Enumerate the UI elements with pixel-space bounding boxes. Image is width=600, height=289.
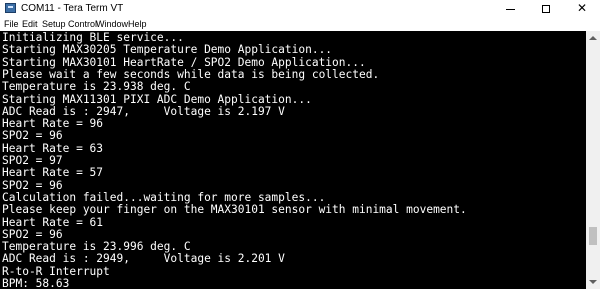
terminal-line: SPO2 = 97: [2, 154, 63, 167]
menu-window[interactable]: Window: [96, 18, 128, 30]
teraterm-app-icon: [5, 3, 16, 13]
window-title: COM11 - Tera Term VT: [21, 3, 124, 14]
terminal-output[interactable]: Initializing BLE service... Starting MAX3…: [0, 31, 586, 289]
close-button[interactable]: ✕: [564, 0, 600, 17]
terminal-line: Temperature is 23.938 deg. C: [2, 80, 191, 94]
terminal-line: Heart Rate = 96: [2, 117, 104, 131]
terminal-line: R-to-R Interrupt: [2, 264, 110, 278]
scroll-down-button[interactable]: [586, 275, 600, 289]
terminal-line: SPO2 = 96: [2, 129, 63, 143]
terminal-line: Initializing BLE service...: [2, 31, 184, 44]
minimize-icon: [505, 8, 515, 10]
terminal-line: ADC Read is : 2949, Voltage is 2.201 V: [2, 252, 285, 266]
terminal-line: Starting MAX30205 Temperature Demo Appli…: [2, 43, 333, 57]
menu-edit[interactable]: Edit: [22, 18, 38, 30]
menu-file[interactable]: File: [4, 18, 19, 30]
terminal-line: SPO2 = 96: [2, 227, 63, 241]
terminal-line: Heart Rate = 63: [2, 141, 104, 155]
title-bar[interactable]: COM11 - Tera Term VT ✕: [0, 0, 600, 18]
scrollbar-thumb[interactable]: [589, 227, 597, 245]
terminal-line: ADC Read is : 2947, Voltage is 2.197 V: [2, 104, 285, 118]
maximize-icon: [542, 4, 550, 13]
scroll-up-button[interactable]: [586, 31, 600, 45]
terminal-line: BPM: 58.63: [2, 277, 70, 289]
scrollbar-track[interactable]: [586, 45, 600, 275]
teraterm-window: COM11 - Tera Term VT ✕ File Edit Setup C…: [0, 0, 600, 289]
close-icon: ✕: [576, 1, 588, 15]
menu-setup[interactable]: Setup: [42, 18, 66, 30]
menu-bar: File Edit Setup Control Window Help: [0, 17, 600, 31]
terminal-line: Temperature is 23.996 deg. C: [2, 240, 191, 254]
vertical-scrollbar[interactable]: [586, 31, 600, 289]
terminal-line: Starting MAX11301 PIXI ADC Demo Applicat…: [2, 92, 312, 106]
menu-help[interactable]: Help: [128, 18, 147, 30]
terminal-line: Please keep your finger on the MAX30101 …: [2, 203, 467, 217]
terminal-line: Starting MAX30101 HeartRate / SPO2 Demo …: [2, 55, 366, 69]
terminal-line: Please wait a few seconds while data is …: [2, 67, 380, 81]
terminal-line: Calculation failed...waiting for more sa…: [2, 190, 326, 204]
terminal-line: SPO2 = 96: [2, 178, 63, 192]
scroll-up-icon: [589, 36, 597, 40]
terminal-line: Heart Rate = 61: [2, 215, 104, 229]
minimize-button[interactable]: [492, 0, 528, 17]
terminal-line: Heart Rate = 57: [2, 166, 104, 180]
maximize-button[interactable]: [528, 0, 564, 17]
menu-control[interactable]: Control: [68, 18, 97, 30]
scroll-down-icon: [589, 280, 597, 284]
